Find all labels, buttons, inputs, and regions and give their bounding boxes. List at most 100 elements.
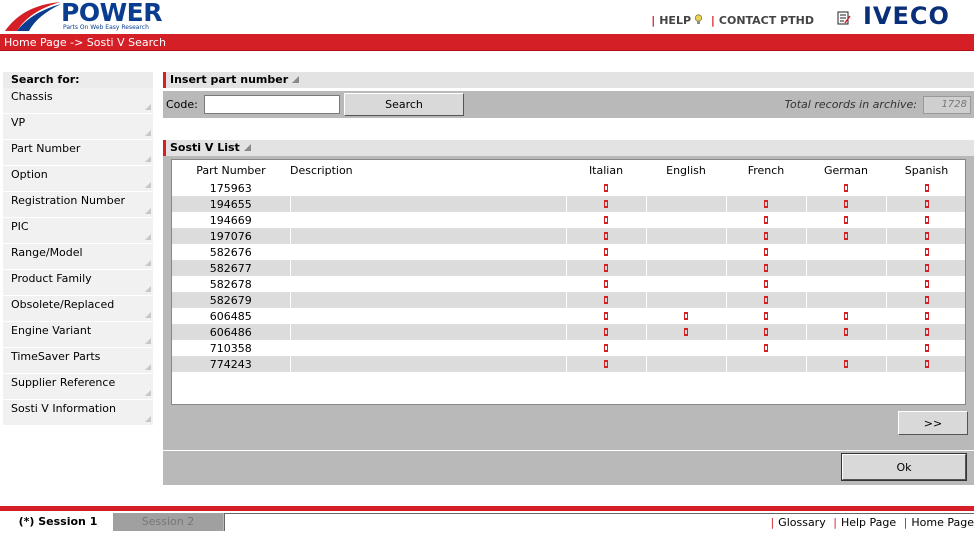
sidebar-item-range-model[interactable]: Range/Model (3, 244, 153, 270)
contact-link[interactable]: CONTACT PTHD (719, 14, 814, 27)
col-header-italian[interactable]: Italian (566, 160, 646, 180)
pdf-document-icon[interactable] (843, 311, 849, 321)
cell-spanish[interactable] (886, 196, 965, 212)
cell-spanish[interactable] (886, 356, 965, 372)
table-row[interactable]: 710358 (172, 340, 965, 356)
pdf-document-icon[interactable] (603, 295, 609, 305)
cell-italian[interactable] (566, 340, 647, 356)
table-row[interactable]: 582677 (172, 260, 965, 276)
collapse-arrow-icon[interactable] (243, 144, 251, 151)
pdf-document-icon[interactable] (843, 215, 849, 225)
table-row[interactable]: 774243 (172, 356, 965, 372)
pdf-document-icon[interactable] (843, 199, 849, 209)
sidebar-item-engine-variant[interactable]: Engine Variant (3, 322, 153, 348)
sidebar-item-product-family[interactable]: Product Family (3, 270, 153, 296)
lightbulb-icon[interactable] (694, 14, 703, 25)
help-link[interactable]: HELP (659, 14, 691, 27)
sidebar-item-part-number[interactable]: Part Number (3, 140, 153, 166)
breadcrumb[interactable]: Home Page -> Sosti V Search (4, 36, 166, 49)
code-input[interactable] (204, 95, 340, 114)
power-logo[interactable]: POWER Parts On Web Easy Research (3, 0, 170, 33)
pdf-document-icon[interactable] (924, 343, 930, 353)
pdf-document-icon[interactable] (603, 263, 609, 273)
cell-french[interactable] (726, 196, 807, 212)
sidebar-item-option[interactable]: Option (3, 166, 153, 192)
cell-spanish[interactable] (886, 228, 965, 244)
cell-french[interactable] (726, 324, 807, 340)
cell-english[interactable] (646, 308, 727, 324)
pdf-document-icon[interactable] (763, 311, 769, 321)
cell-german[interactable] (806, 308, 887, 324)
collapse-arrow-icon[interactable] (292, 76, 300, 83)
pdf-document-icon[interactable] (924, 359, 930, 369)
pdf-document-icon[interactable] (763, 263, 769, 273)
cell-italian[interactable] (566, 324, 647, 340)
cell-italian[interactable] (566, 356, 647, 372)
cell-spanish[interactable] (886, 308, 965, 324)
col-header-description[interactable]: Description (290, 160, 566, 180)
pdf-document-icon[interactable] (603, 327, 609, 337)
glossary-link[interactable]: Glossary (778, 516, 826, 529)
tab-session-1[interactable]: (*) Session 1 (3, 513, 113, 531)
cell-french[interactable] (726, 212, 807, 228)
table-row[interactable]: 606486 (172, 324, 965, 340)
pdf-document-icon[interactable] (683, 327, 689, 337)
pdf-document-icon[interactable] (924, 199, 930, 209)
table-row[interactable]: 197076 (172, 228, 965, 244)
cell-french[interactable] (726, 292, 807, 308)
cell-german[interactable] (806, 212, 887, 228)
table-row[interactable]: 582678 (172, 276, 965, 292)
pdf-document-icon[interactable] (603, 199, 609, 209)
cell-spanish[interactable] (886, 292, 965, 308)
cell-italian[interactable] (566, 180, 647, 196)
cell-german[interactable] (806, 324, 887, 340)
pdf-document-icon[interactable] (843, 327, 849, 337)
table-row[interactable]: 194669 (172, 212, 965, 228)
col-header-spanish[interactable]: Spanish (886, 160, 965, 180)
sidebar-item-pic[interactable]: PIC (3, 218, 153, 244)
pdf-document-icon[interactable] (683, 311, 689, 321)
ok-button[interactable]: Ok (841, 453, 967, 481)
table-row[interactable]: 606485 (172, 308, 965, 324)
pdf-document-icon[interactable] (843, 231, 849, 241)
cell-french[interactable] (726, 244, 807, 260)
cell-german[interactable] (806, 356, 887, 372)
cell-french[interactable] (726, 308, 807, 324)
pdf-document-icon[interactable] (924, 215, 930, 225)
sidebar-item-obsolete-replaced[interactable]: Obsolete/Replaced (3, 296, 153, 322)
cell-italian[interactable] (566, 276, 647, 292)
help-page-link[interactable]: Help Page (841, 516, 896, 529)
cell-german[interactable] (806, 196, 887, 212)
cell-spanish[interactable] (886, 324, 965, 340)
pdf-document-icon[interactable] (603, 215, 609, 225)
pdf-document-icon[interactable] (924, 247, 930, 257)
cell-french[interactable] (726, 260, 807, 276)
sidebar-item-timesaver-parts[interactable]: TimeSaver Parts (3, 348, 153, 374)
pdf-document-icon[interactable] (603, 279, 609, 289)
col-header-english[interactable]: English (646, 160, 726, 180)
pdf-document-icon[interactable] (924, 327, 930, 337)
cell-spanish[interactable] (886, 244, 965, 260)
cell-spanish[interactable] (886, 260, 965, 276)
cell-italian[interactable] (566, 244, 647, 260)
cell-italian[interactable] (566, 260, 647, 276)
col-header-german[interactable]: German (806, 160, 886, 180)
next-page-button[interactable]: >> (898, 411, 968, 435)
pdf-document-icon[interactable] (843, 359, 849, 369)
cell-italian[interactable] (566, 308, 647, 324)
pdf-document-icon[interactable] (924, 231, 930, 241)
pdf-document-icon[interactable] (763, 343, 769, 353)
search-button[interactable]: Search (344, 93, 464, 116)
pdf-document-icon[interactable] (763, 247, 769, 257)
pdf-document-icon[interactable] (924, 311, 930, 321)
table-row[interactable]: 194655 (172, 196, 965, 212)
pdf-document-icon[interactable] (763, 327, 769, 337)
sidebar-item-vp[interactable]: VP (3, 114, 153, 140)
pdf-document-icon[interactable] (924, 279, 930, 289)
cell-german[interactable] (806, 180, 887, 196)
cell-french[interactable] (726, 228, 807, 244)
sidebar-item-supplier-reference[interactable]: Supplier Reference (3, 374, 153, 400)
sidebar-item-registration-number[interactable]: Registration Number (3, 192, 153, 218)
sidebar-item-sosti-v-information[interactable]: Sosti V Information (3, 400, 153, 426)
pdf-document-icon[interactable] (924, 295, 930, 305)
